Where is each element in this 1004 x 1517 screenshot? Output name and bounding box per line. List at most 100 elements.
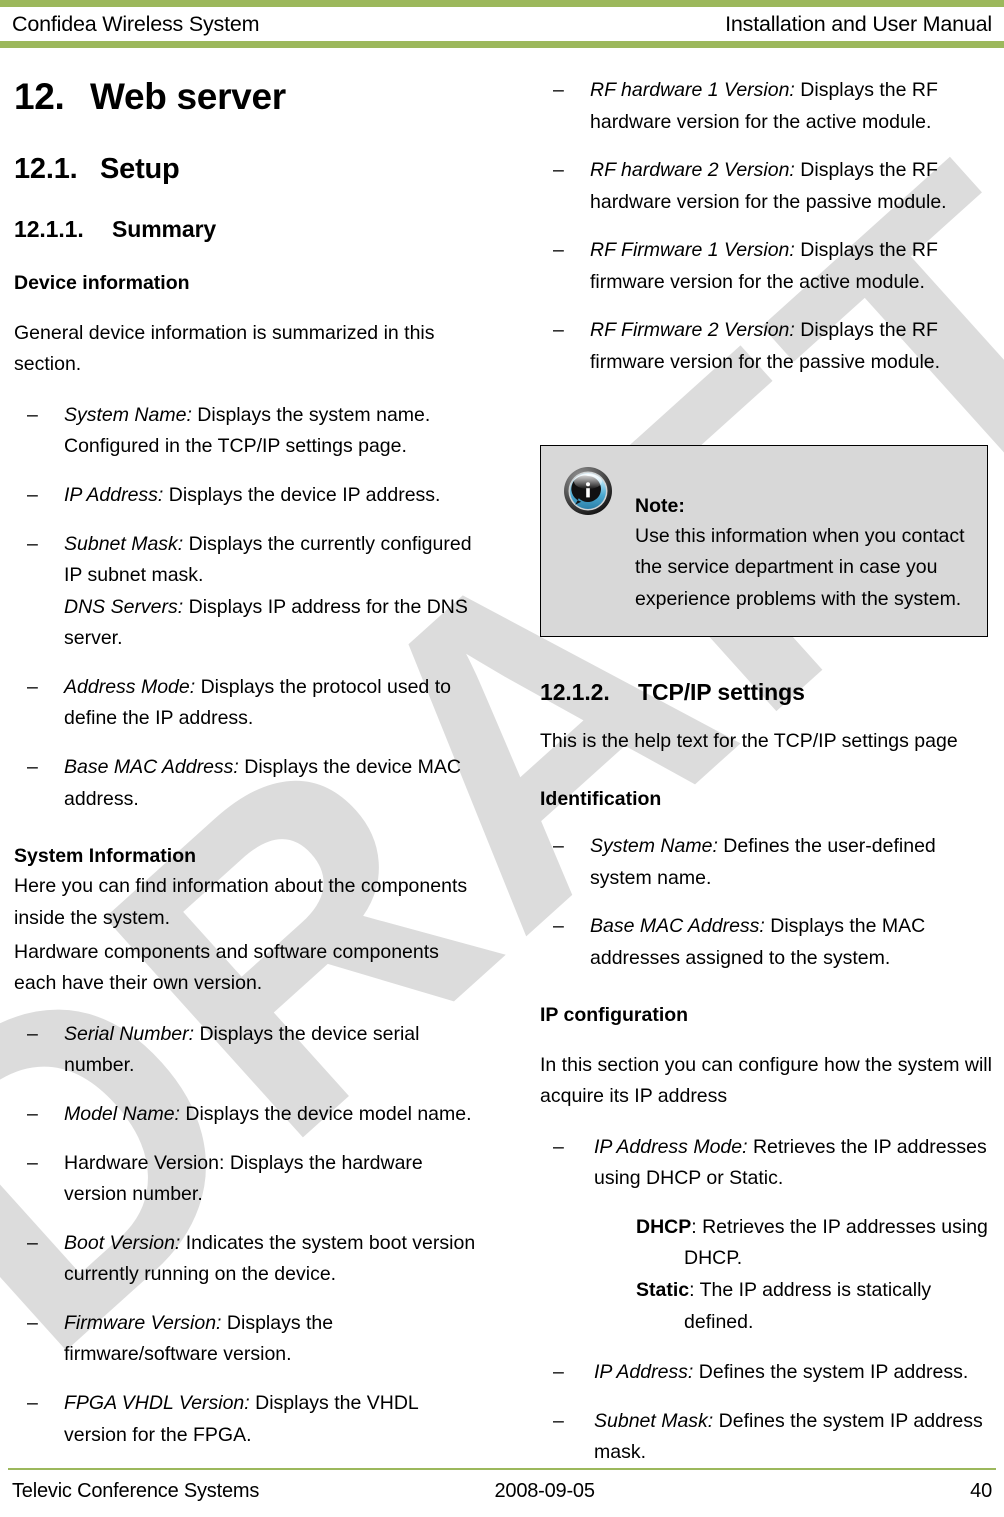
list-item: – RF hardware 2 Version: Displays the RF … (540, 155, 995, 218)
chapter-title: Web server (90, 76, 286, 117)
dash-bullet-icon: – (27, 1311, 38, 1334)
dash-bullet-icon: – (27, 1392, 38, 1414)
info-icon (563, 466, 613, 516)
device-information-intro: General device information is summarized… (14, 321, 435, 376)
list-item: – RF hardware 1 Version: Displays the RF … (540, 75, 995, 138)
subsection-title: Summary (112, 215, 217, 242)
item-term: RF hardware 1 Version: (590, 79, 795, 101)
list-item: – RF Firmware 1 Version: Displays the RF … (540, 235, 995, 298)
page-body: 12. Web server 12.1. Setup 12.1.1. Summary … (0, 62, 1004, 1463)
footer-page-number: 40 (970, 1480, 992, 1502)
dash-bullet-icon: – (553, 1361, 564, 1384)
item-term: IP Address: (64, 483, 164, 506)
section-title: Setup (100, 153, 180, 186)
list-item: – Boot Version: Indicates the system boot… (14, 1228, 479, 1291)
ip-mode-list: – IP Address Mode: Retrieves the IP addre… (540, 1132, 995, 1195)
chapter-heading: 12. Web server (14, 76, 479, 117)
ip-mode-options-list: DHCP: Retrieves the IP addresses using D… (540, 1212, 995, 1338)
list-item: – Address Mode: Displays the protocol use… (14, 672, 479, 735)
header-top-rule (0, 0, 1004, 7)
header-bottom-rule (0, 41, 1004, 48)
dash-bullet-icon: – (27, 756, 38, 779)
device-information-title: Device information (14, 272, 190, 295)
system-information-list: – Serial Number: Displays the device seri… (14, 1019, 479, 1451)
dash-bullet-icon: – (553, 915, 564, 938)
footer-date: 2008-09-05 (494, 1480, 595, 1502)
list-item: – Serial Number: Displays the device seri… (14, 1019, 479, 1082)
dash-bullet-icon: – (27, 1102, 38, 1125)
ip-configuration-title: IP configuration (540, 1004, 689, 1027)
item-term: Base MAC Address: (590, 915, 765, 938)
footer-row: Televic Conference Systems 2008-09-05 40 (0, 1470, 1004, 1517)
list-item: – Hardware Version: Displays the hardware… (14, 1148, 479, 1211)
dash-bullet-icon: – (27, 1151, 38, 1174)
item-term: Address Mode: (64, 675, 196, 698)
item-term: Hardware Version: (64, 1151, 225, 1174)
item-term: Boot Version: (64, 1231, 181, 1254)
dash-bullet-icon: – (553, 79, 564, 101)
list-item: – System Name: Defines the user-defined s… (540, 831, 995, 894)
header-left-text: Confidea Wireless System (12, 12, 260, 36)
ip-configuration-intro: In this section you can configure how th… (540, 1053, 992, 1108)
dash-bullet-icon: – (553, 834, 564, 857)
list-item: – IP Address: Displays the device IP addr… (14, 480, 479, 512)
dash-bullet-icon: – (27, 483, 38, 506)
section-heading: 12.1. Setup (14, 153, 479, 185)
list-item: – Subnet Mask: Displays the currently con… (14, 529, 479, 655)
item-term: RF hardware 2 Version: (590, 159, 795, 182)
system-information-title: System Information (14, 845, 197, 868)
list-item: – Model Name: Displays the device model n… (14, 1099, 479, 1131)
item-term: FPGA VHDL Version: (64, 1392, 250, 1414)
dash-bullet-icon: – (553, 1135, 564, 1158)
note-line: experience problems with the system. (635, 588, 962, 611)
subsection-heading: 12.1.1. Summary (14, 216, 479, 242)
item-term: Serial Number: (64, 1022, 195, 1045)
note-line: the service department in case you (635, 556, 938, 579)
ip-address-list: – IP Address: Defines the system IP addre… (540, 1357, 995, 1469)
dash-bullet-icon: – (27, 1022, 38, 1045)
tcpip-number: 12.1.2. (540, 678, 610, 705)
dash-bullet-icon: – (27, 675, 38, 698)
list-item: – Firmware Version: Displays the firmware… (14, 1308, 479, 1371)
list-item: – Subnet Mask: Defines the system IP addr… (540, 1406, 995, 1469)
list-item: – Base MAC Address: Displays the MAC addr… (540, 911, 995, 974)
item-term: Model Name: (64, 1102, 180, 1125)
page-footer: Televic Conference Systems 2008-09-05 40 (0, 1468, 1004, 1517)
rf-version-list: – RF hardware 1 Version: Displays the RF … (540, 75, 995, 379)
dash-bullet-icon: – (553, 239, 564, 262)
list-item: Static: The IP address is statically def… (540, 1275, 995, 1338)
right-column: – RF hardware 1 Version: Displays the RF … (540, 62, 995, 1469)
item-term: Subnet Mask: (594, 1409, 714, 1432)
list-item: – IP Address: Defines the system IP addre… (540, 1357, 995, 1389)
subsection-number: 12.1.1. (14, 215, 84, 242)
item-term: System Name: (64, 403, 192, 426)
item-term: IP Address: (594, 1361, 694, 1384)
left-column: 12. Web server 12.1. Setup 12.1.1. Summary … (14, 62, 479, 1451)
option-label: DHCP (636, 1215, 692, 1238)
item-desc: Displays the device model name. (179, 1102, 472, 1125)
system-information-intro-1: Here you can find information about the … (14, 875, 468, 930)
note-title: Note: (635, 494, 685, 517)
item-term: RF Firmware 1 Version: (590, 239, 795, 262)
identification-list: – System Name: Defines the user-defined s… (540, 831, 995, 974)
option-desc: : Retrieves the IP addresses using DHCP. (684, 1215, 988, 1270)
dash-bullet-icon: – (27, 1231, 38, 1254)
dash-bullet-icon: – (553, 319, 564, 342)
item-extra-term: DNS Servers: (64, 595, 184, 618)
note-text-block: Note: Use this information when you cont… (635, 464, 971, 616)
tcpip-intro: This is the help text for the TCP/IP set… (540, 730, 958, 753)
device-information-list: – System Name: Displays the system name. … (14, 400, 479, 815)
list-item: – FPGA VHDL Version: Displays the VHDL ve… (14, 1388, 479, 1451)
tcpip-title: TCP/IP settings (638, 678, 805, 705)
item-term: IP Address Mode: (594, 1135, 748, 1158)
list-item: – RF Firmware 2 Version: Displays the RF … (540, 315, 995, 378)
dash-bullet-icon: – (27, 532, 38, 555)
list-item: DHCP: Retrieves the IP addresses using D… (540, 1212, 995, 1275)
note-callout-box: Note: Use this information when you cont… (540, 444, 988, 637)
option-desc: : The IP address is statically defined. (684, 1279, 932, 1333)
document-page: DRAFT Confidea Wireless System Installat… (0, 0, 1004, 1517)
section-number: 12.1. (14, 153, 78, 186)
list-item: – IP Address Mode: Retrieves the IP addre… (540, 1132, 995, 1195)
item-term: Base MAC Address: (64, 756, 239, 779)
list-item: – System Name: Displays the system name. … (14, 400, 479, 463)
